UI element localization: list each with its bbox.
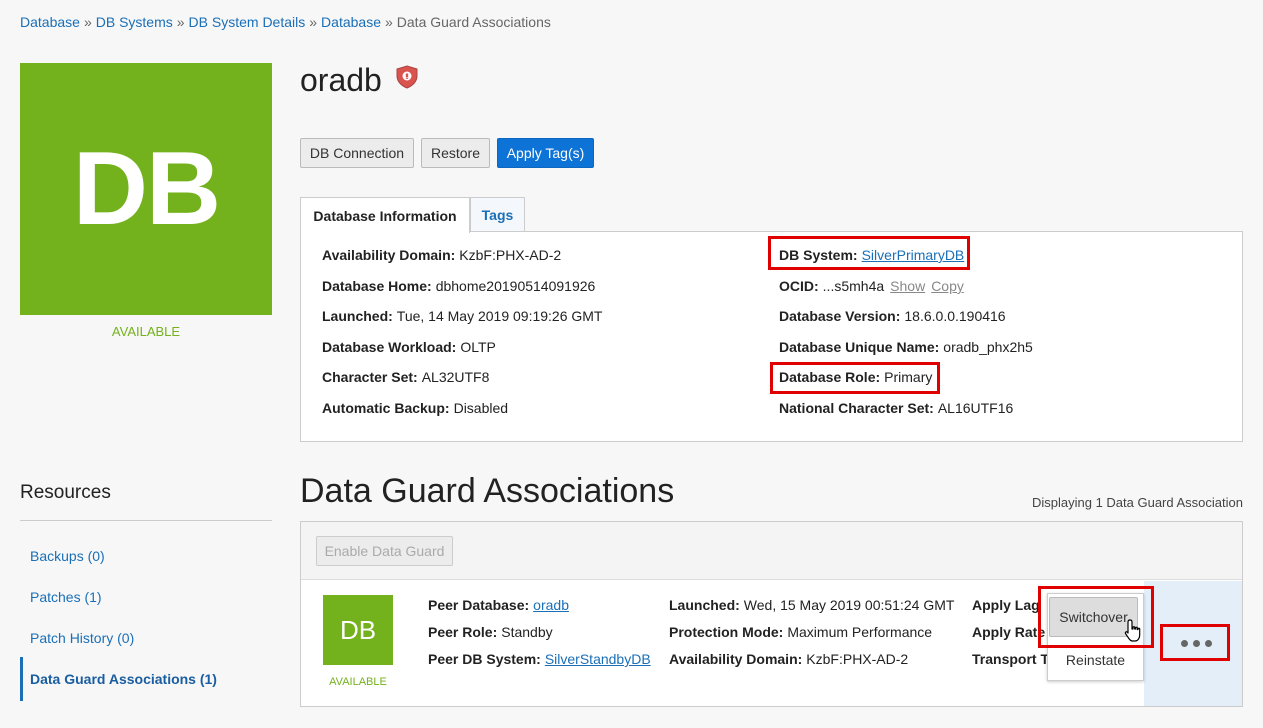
peer-db-system: Peer DB System: SilverStandbyDB	[428, 651, 651, 667]
breadcrumb-db-system-details[interactable]: DB System Details	[189, 14, 306, 30]
database-tile: DB	[20, 63, 272, 315]
dg-apply-lag: Apply Lag	[972, 597, 1040, 613]
breadcrumb-database[interactable]: Database	[20, 14, 80, 30]
info-unique-name: Database Unique Name: oradb_phx2h5	[779, 339, 1033, 355]
breadcrumb: Database» DB Systems» DB System Details» Da…	[20, 14, 551, 30]
peer-db-system-link[interactable]: SilverStandbyDB	[545, 651, 651, 667]
resource-patch-history[interactable]: Patch History (0)	[30, 630, 134, 646]
peer-database-status: AVAILABLE	[329, 676, 387, 688]
info-ocid: OCID: ...s5mh4a Show Copy	[779, 278, 964, 294]
info-automatic-backup: Automatic Backup: Disabled	[322, 400, 509, 416]
info-database-version: Database Version: 18.6.0.0.190416	[779, 308, 1006, 324]
info-character-set: Character Set: AL32UTF8	[322, 369, 490, 385]
info-availability-domain: Availability Domain: KzbF:PHX-AD-2	[322, 247, 562, 263]
hand-pointer-icon	[1124, 619, 1141, 642]
dot-icon	[1193, 640, 1200, 647]
dg-availability-domain: Availability Domain: KzbF:PHX-AD-2	[669, 651, 909, 667]
restore-button[interactable]: Restore	[421, 138, 490, 168]
resource-backups[interactable]: Backups (0)	[30, 548, 105, 564]
info-database-home: Database Home: dbhome20190514091926	[322, 278, 596, 294]
tab-tags[interactable]: Tags	[470, 197, 525, 232]
resource-data-guard-associations[interactable]: Data Guard Associations (1)	[30, 671, 217, 687]
section-title: Data Guard Associations	[300, 472, 675, 510]
apply-tags-button[interactable]: Apply Tag(s)	[497, 138, 594, 168]
highlight-db-system	[768, 236, 970, 270]
dot-icon	[1205, 640, 1212, 647]
info-database-workload: Database Workload: OLTP	[322, 339, 496, 355]
database-status: AVAILABLE	[111, 324, 181, 339]
db-connection-button[interactable]: DB Connection	[300, 138, 414, 168]
dg-launched: Launched: Wed, 15 May 2019 00:51:24 GMT	[669, 597, 955, 613]
peer-role: Peer Role: Standby	[428, 624, 553, 640]
ocid-show-link[interactable]: Show	[890, 278, 925, 294]
resource-active-indicator	[20, 657, 23, 701]
highlight-database-role	[770, 362, 940, 394]
breadcrumb-db-systems[interactable]: DB Systems	[96, 14, 173, 30]
dot-icon	[1181, 640, 1188, 647]
result-count: Displaying 1 Data Guard Association	[1031, 495, 1243, 510]
resources-title: Resources	[20, 482, 111, 503]
breadcrumb-current: Data Guard Associations	[396, 14, 551, 30]
resource-patches[interactable]: Patches (1)	[30, 589, 102, 605]
more-actions-icon[interactable]	[1181, 640, 1212, 647]
enable-data-guard-button[interactable]: Enable Data Guard	[316, 536, 453, 566]
resources-divider	[20, 520, 272, 521]
dg-protection-mode: Protection Mode: Maximum Performance	[669, 624, 933, 640]
peer-database: Peer Database: oradb	[428, 597, 569, 613]
ocid-copy-link[interactable]: Copy	[931, 278, 964, 294]
security-shield-icon	[396, 65, 418, 89]
dg-transport: Transport T	[972, 651, 1050, 667]
peer-database-tile: DB	[323, 595, 393, 665]
info-launched: Launched: Tue, 14 May 2019 09:19:26 GMT	[322, 308, 603, 324]
page-title: oradb	[300, 62, 382, 98]
peer-database-link[interactable]: oradb	[533, 597, 569, 613]
info-national-character-set: National Character Set: AL16UTF16	[779, 400, 1014, 416]
tab-database-information[interactable]: Database Information	[300, 197, 470, 233]
breadcrumb-database-2[interactable]: Database	[321, 14, 381, 30]
